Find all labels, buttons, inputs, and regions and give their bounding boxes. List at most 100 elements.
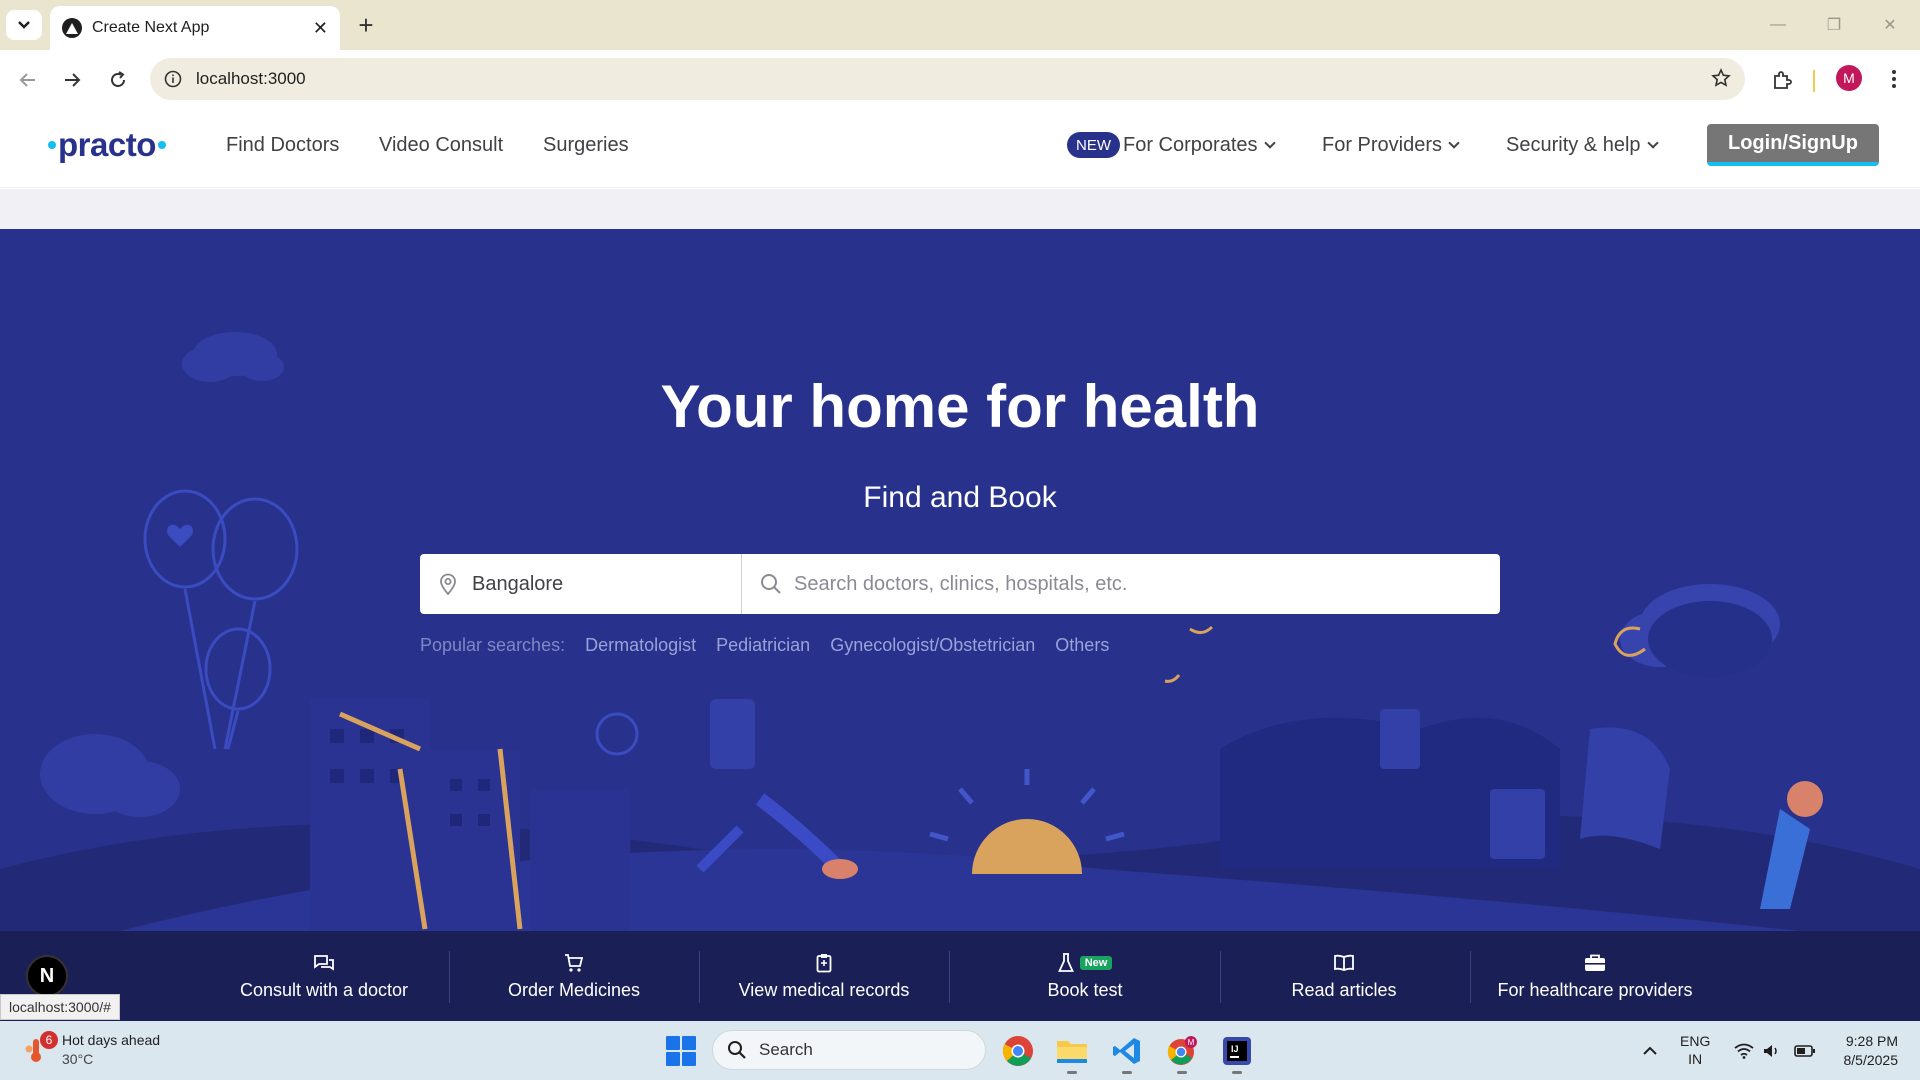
search-icon [728, 1041, 746, 1059]
url-text: localhost:3000 [196, 69, 306, 88]
intellij-icon[interactable]: IJ [1217, 1031, 1257, 1074]
category-label: For healthcare providers [1497, 979, 1693, 1000]
toolbar-divider [1813, 70, 1815, 92]
dropdown-for-providers[interactable]: For Providers [1322, 134, 1460, 157]
address-bar[interactable]: localhost:3000 [150, 58, 1745, 100]
category-consult-doctor[interactable]: Consult with a doctor [224, 931, 424, 1021]
dropdown-security-help[interactable]: Security & help [1506, 134, 1659, 157]
nextjs-favicon-icon [62, 18, 82, 38]
category-healthcare-providers[interactable]: For healthcare providers [1480, 931, 1710, 1021]
close-window-icon[interactable]: ✕ [1870, 10, 1910, 40]
reload-icon [111, 71, 125, 87]
site-info-icon[interactable] [164, 70, 182, 88]
file-explorer-icon[interactable] [1052, 1031, 1092, 1074]
weather-title: Hot days ahead [62, 1032, 161, 1048]
system-clock[interactable]: 9:28 PM 8/5/2025 [1836, 1032, 1899, 1070]
language-indicator[interactable]: ENG IN [1680, 1032, 1710, 1068]
briefcase-icon [1584, 952, 1606, 974]
taskbar-search-label: Search [759, 1040, 813, 1059]
cart-icon [564, 952, 584, 974]
vscode-icon[interactable] [1107, 1031, 1147, 1074]
chrome-profile-app-icon[interactable]: M [1162, 1031, 1202, 1074]
nav-video-consult[interactable]: Video Consult [379, 134, 503, 157]
search-input[interactable] [794, 572, 1474, 596]
chevron-down-icon [18, 21, 30, 29]
category-order-medicines[interactable]: Order Medicines [474, 931, 674, 1021]
new-badge: New [1079, 955, 1113, 970]
status-bar-url: localhost:3000/# [0, 994, 120, 1020]
restore-icon[interactable]: ❐ [1814, 10, 1854, 40]
dropdown-label: Security & help [1506, 134, 1641, 156]
language-code: ENG [1680, 1033, 1711, 1049]
back-button[interactable] [12, 64, 44, 96]
chat-icon [313, 952, 335, 974]
nav-surgeries[interactable]: Surgeries [543, 134, 629, 157]
bookmark-star-icon[interactable] [1711, 68, 1731, 93]
popular-gynecologist[interactable]: Gynecologist/Obstetrician [830, 635, 1035, 656]
book-icon [1333, 952, 1355, 974]
location-value: Bangalore [472, 572, 564, 595]
tab-search-button[interactable] [6, 10, 42, 40]
extensions-button[interactable] [1766, 64, 1798, 96]
chevron-down-icon [1448, 137, 1460, 149]
browser-toolbar: localhost:3000 M [0, 50, 1920, 108]
popular-dermatologist[interactable]: Dermatologist [585, 635, 696, 656]
profile-avatar[interactable]: M [1836, 65, 1862, 91]
forward-button[interactable] [56, 64, 88, 96]
category-label: Order Medicines [507, 979, 641, 1000]
dropdown-label: For Providers [1322, 134, 1443, 156]
practo-logo[interactable]: practo [46, 126, 168, 164]
search-field[interactable] [742, 554, 1500, 614]
nextjs-dev-indicator[interactable]: N [26, 955, 68, 997]
region-code: IN [1688, 1051, 1703, 1067]
arrow-left-icon [19, 73, 35, 87]
dropdown-for-corporates[interactable]: For Corporates [1123, 134, 1276, 157]
battery-icon[interactable] [1785, 1031, 1825, 1071]
location-field[interactable]: Bangalore [420, 554, 742, 614]
windows-start-icon[interactable] [666, 1036, 696, 1066]
weather-widget[interactable]: 6 Hot days ahead 30°C [24, 1031, 160, 1069]
svg-text:M: M [1188, 1038, 1195, 1047]
category-divider [1220, 951, 1221, 1003]
header-spacer-strip [0, 189, 1920, 229]
reload-button[interactable] [102, 64, 134, 96]
category-label: Read articles [1291, 979, 1397, 1000]
category-label: Consult with a doctor [239, 979, 409, 1000]
browser-tab[interactable]: Create Next App ✕ [50, 6, 340, 50]
minimize-icon[interactable]: — [1758, 10, 1798, 40]
category-medical-records[interactable]: View medical records [724, 931, 924, 1021]
category-divider [949, 951, 950, 1003]
chrome-app-icon[interactable] [998, 1031, 1038, 1071]
popular-pediatrician[interactable]: Pediatrician [716, 635, 810, 656]
tab-title: Create Next App [92, 19, 210, 36]
category-label: View medical records [738, 979, 910, 1000]
popular-searches-label: Popular searches: [420, 635, 566, 655]
dropdown-label: For Corporates [1123, 134, 1258, 156]
category-label: Book test [1047, 979, 1123, 1000]
taskbar-search[interactable]: Search [712, 1030, 986, 1070]
chevron-down-icon [1646, 137, 1659, 149]
nav-find-doctors[interactable]: Find Doctors [226, 134, 339, 157]
category-divider [449, 951, 450, 1003]
clipboard-icon [816, 952, 832, 974]
new-tab-button[interactable]: + [350, 10, 382, 40]
hero-section: Your home for health Find and Book Banga… [0, 229, 1920, 931]
category-divider [1470, 951, 1471, 1003]
category-bar: Consult with a doctor Order Medicines Vi… [0, 931, 1920, 1021]
search-icon [761, 574, 781, 594]
browser-menu-icon[interactable] [1880, 64, 1908, 94]
popular-others[interactable]: Others [1055, 635, 1109, 656]
running-indicator [1232, 1071, 1242, 1074]
logo-dot-right [157, 141, 166, 149]
puzzle-icon [1774, 71, 1792, 89]
logo-dot-left [48, 141, 56, 149]
category-read-articles[interactable]: Read articles [1244, 931, 1444, 1021]
category-icon-row: New [1057, 952, 1113, 974]
hero-title: Your home for health [660, 373, 1260, 440]
flask-icon [1057, 952, 1074, 972]
category-book-test[interactable]: New Book test [985, 931, 1185, 1021]
arrow-right-icon [65, 73, 81, 87]
close-tab-icon[interactable]: ✕ [313, 18, 328, 39]
login-signup-button[interactable]: Login/SignUp [1707, 124, 1879, 166]
show-hidden-icons-chevron-icon[interactable] [1630, 1031, 1670, 1071]
